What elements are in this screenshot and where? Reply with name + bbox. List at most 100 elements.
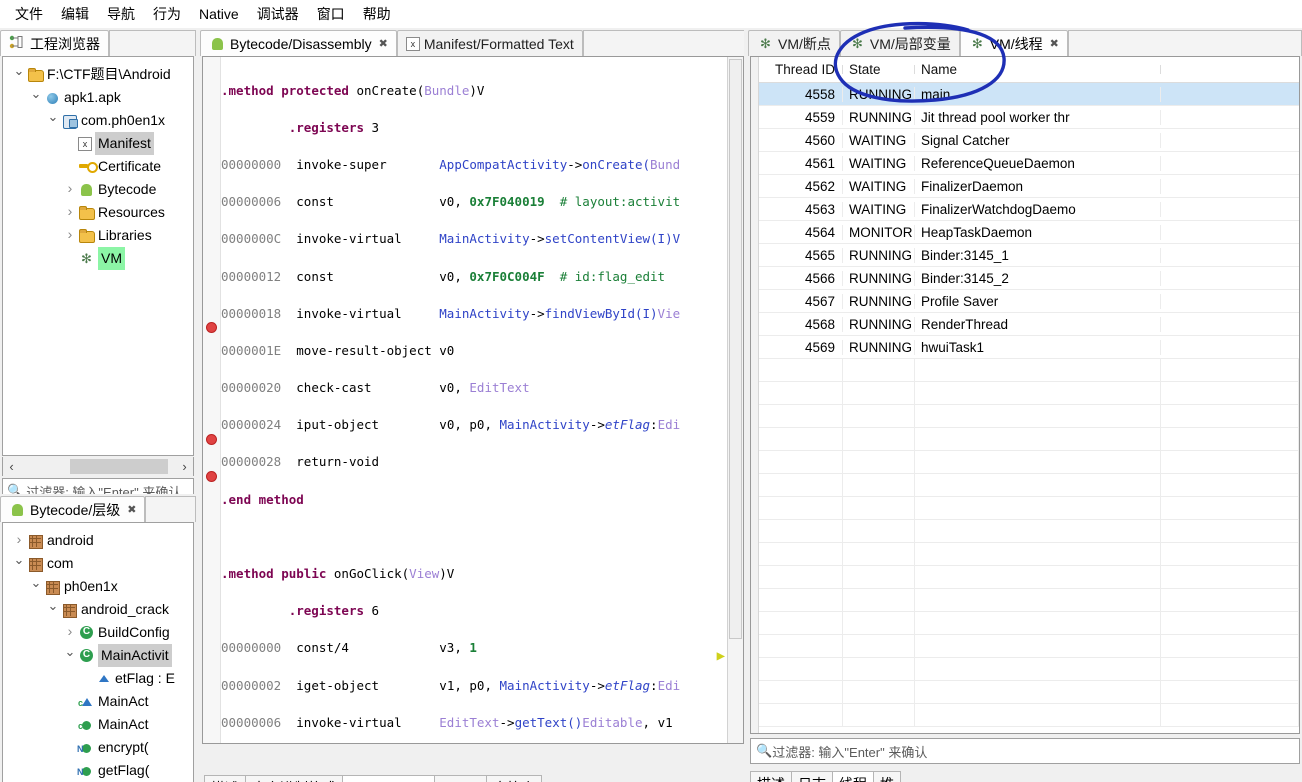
table-row-empty[interactable]	[759, 359, 1299, 382]
tree-item-vm[interactable]: ✻ VM	[3, 247, 193, 270]
tab-vm-breakpoints[interactable]: ✻ VM/断点	[748, 30, 840, 56]
tree-item-android-crack-pkg[interactable]: android_crack	[3, 598, 193, 621]
chevron-right-icon[interactable]	[62, 620, 78, 645]
table-row-empty[interactable]	[759, 405, 1299, 428]
threads-table[interactable]: Thread ID State Name 4558 RUNNING main 4…	[750, 56, 1300, 734]
table-row[interactable]: 4567 RUNNING Profile Saver	[759, 290, 1299, 313]
breakpoint-marker[interactable]	[206, 434, 217, 445]
tree-item-certificate[interactable]: Certificate	[3, 155, 193, 178]
tree-item-field-etflag[interactable]: etFlag : E	[3, 667, 193, 690]
tab-bytecode-disassembly[interactable]: Bytecode/Disassembly ✖	[200, 30, 397, 56]
column-header-thread-id[interactable]: Thread ID	[759, 62, 843, 77]
project-tree[interactable]: F:\CTF题目\Android apk1.apk com.ph0en1x x	[2, 56, 194, 456]
tab-vm-description[interactable]: 描述	[750, 771, 792, 782]
tree-item-com-pkg[interactable]: com	[3, 552, 193, 575]
table-row-empty[interactable]	[759, 428, 1299, 451]
chevron-down-icon[interactable]	[11, 62, 27, 87]
tree-item-manifest[interactable]: x Manifest	[3, 132, 193, 155]
chevron-right-icon[interactable]	[62, 200, 78, 225]
table-row[interactable]: 4559 RUNNING Jit thread pool worker thr	[759, 106, 1299, 129]
table-row[interactable]: 4561 WAITING ReferenceQueueDaemon	[759, 152, 1299, 175]
scrollbar-track[interactable]	[20, 458, 176, 475]
menu-item-window[interactable]: 窗口	[308, 1, 354, 27]
column-header-state[interactable]: State	[843, 62, 915, 77]
tab-graph[interactable]: Graph	[434, 775, 488, 782]
tab-vm-locals[interactable]: ✻ VM/局部变量	[839, 30, 960, 56]
editor-vertical-scrollbar[interactable]	[727, 57, 743, 743]
close-icon[interactable]: ✖	[127, 503, 136, 516]
tab-vm-threads[interactable]: ✻ VM/线程 ✖	[959, 30, 1068, 56]
breakpoint-marker[interactable]	[206, 471, 217, 482]
chevron-down-icon[interactable]	[28, 85, 44, 110]
menu-item-file[interactable]: 文件	[6, 1, 52, 27]
table-row-empty[interactable]	[759, 589, 1299, 612]
table-row-empty[interactable]	[759, 520, 1299, 543]
menu-item-debugger[interactable]: 调试器	[248, 1, 308, 27]
menu-item-help[interactable]: 帮助	[354, 1, 400, 27]
scrollbar-thumb[interactable]	[70, 459, 168, 474]
menu-item-native[interactable]: Native	[190, 3, 248, 25]
tab-manifest-formatted-text[interactable]: x Manifest/Formatted Text	[396, 30, 583, 56]
tree-item-libraries[interactable]: Libraries	[3, 224, 193, 247]
tree-item-method-getflag[interactable]: getFlag(	[3, 759, 193, 782]
table-row[interactable]: 4569 RUNNING hwuiTask1	[759, 336, 1299, 359]
tree-item-ctor-mainactivity[interactable]: MainAct	[3, 690, 193, 715]
table-row[interactable]: 4568 RUNNING RenderThread	[759, 313, 1299, 336]
table-row[interactable]: 4566 RUNNING Binder:3145_2	[759, 267, 1299, 290]
chevron-down-icon[interactable]	[28, 574, 44, 599]
tab-description[interactable]: 描述	[204, 775, 246, 782]
table-row-empty[interactable]	[759, 382, 1299, 405]
tree-item-apk[interactable]: apk1.apk	[3, 86, 193, 109]
table-row[interactable]: 4564 MONITOR HeapTaskDaemon	[759, 221, 1299, 244]
scroll-left-icon[interactable]: ‹	[3, 459, 20, 474]
tree-item-method-encrypt[interactable]: encrypt(	[3, 736, 193, 761]
editor-gutter[interactable]	[203, 57, 221, 743]
table-row[interactable]: 4565 RUNNING Binder:3145_1	[759, 244, 1299, 267]
tree-item-ph0en1x-pkg[interactable]: ph0en1x	[3, 575, 193, 598]
chevron-down-icon[interactable]	[45, 597, 61, 622]
splitter-right[interactable]	[744, 28, 748, 782]
chevron-down-icon[interactable]	[62, 643, 78, 668]
tree-item-android-pkg[interactable]: android	[3, 529, 193, 552]
table-row-empty[interactable]	[759, 497, 1299, 520]
table-row-empty[interactable]	[759, 658, 1299, 681]
tab-strings[interactable]: 字符串	[486, 775, 543, 782]
tab-hex-format[interactable]: 十六进制格式	[245, 775, 343, 782]
tab-vm-heap[interactable]: 堆	[873, 771, 901, 782]
splitter-left[interactable]	[196, 28, 200, 782]
menu-item-navigate[interactable]: 导航	[98, 1, 144, 27]
chevron-right-icon[interactable]	[62, 223, 78, 248]
tree-item-buildconfig-class[interactable]: BuildConfig	[3, 621, 193, 644]
table-row-empty[interactable]	[759, 704, 1299, 727]
tab-bytecode-hierarchy[interactable]: Bytecode/层级 ✖	[0, 496, 146, 522]
table-row-empty[interactable]	[759, 635, 1299, 658]
scrollbar-thumb[interactable]	[729, 59, 742, 639]
table-row[interactable]: 4560 WAITING Signal Catcher	[759, 129, 1299, 152]
table-row-empty[interactable]	[759, 612, 1299, 635]
disassembly-editor[interactable]: .method protected onCreate(Bundle)V .reg…	[202, 56, 744, 744]
bytecode-tree[interactable]: android com ph0en1x	[2, 522, 194, 782]
tree-item-mainactivity-class[interactable]: MainActivit	[3, 644, 193, 667]
table-row-empty[interactable]	[759, 451, 1299, 474]
breakpoint-marker[interactable]	[206, 322, 217, 333]
tab-vm-log[interactable]: 日志	[791, 771, 833, 782]
tab-disassembly[interactable]: Disassembly	[342, 775, 436, 782]
tab-project-explorer[interactable]: 工程浏览器	[0, 30, 109, 56]
table-row[interactable]: 4563 WAITING FinalizerWatchdogDaemo	[759, 198, 1299, 221]
tree-item-package[interactable]: com.ph0en1x	[3, 109, 193, 132]
table-row-empty[interactable]	[759, 474, 1299, 497]
chevron-down-icon[interactable]	[11, 551, 27, 576]
close-icon[interactable]: ✖	[379, 37, 388, 50]
menu-item-edit[interactable]: 编辑	[52, 1, 98, 27]
disassembly-code[interactable]: .method protected onCreate(Bundle)V .reg…	[221, 57, 743, 743]
menu-item-actions[interactable]: 行为	[144, 1, 190, 27]
tree-item-resources[interactable]: Resources	[3, 201, 193, 224]
column-header-name[interactable]: Name	[915, 62, 1161, 77]
tree-item-method-mainactivity[interactable]: MainAct	[3, 713, 193, 738]
tree-item-bytecode[interactable]: Bytecode	[3, 178, 193, 201]
table-row[interactable]: 4558 RUNNING main	[759, 83, 1299, 106]
tree-item-root-folder[interactable]: F:\CTF题目\Android	[3, 63, 193, 86]
scroll-right-icon[interactable]: ›	[176, 459, 193, 474]
table-row-empty[interactable]	[759, 681, 1299, 704]
project-tree-horizontal-scrollbar[interactable]: ‹ ›	[2, 457, 194, 476]
